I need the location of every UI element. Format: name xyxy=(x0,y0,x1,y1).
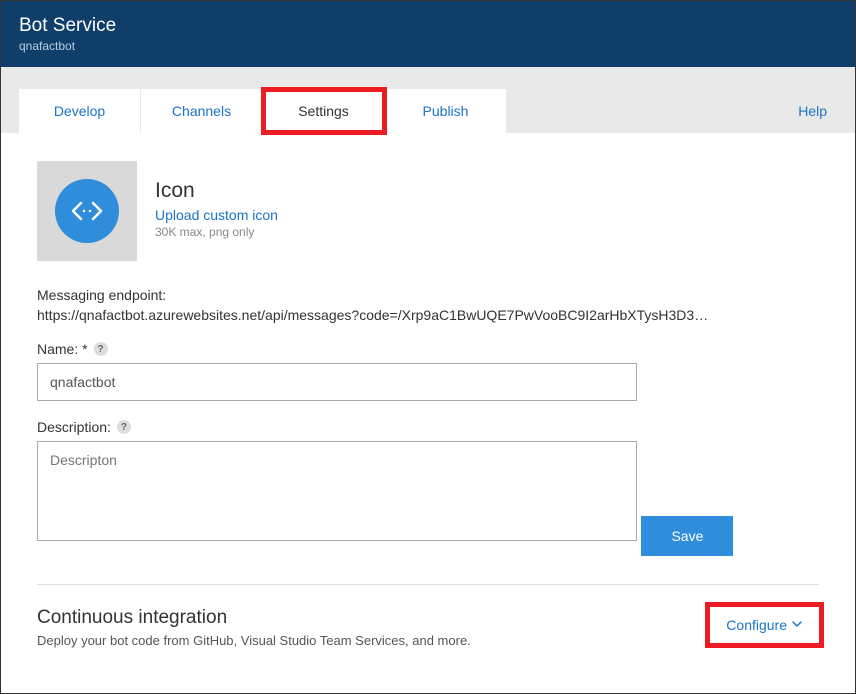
header-subtitle: qnafactbot xyxy=(19,39,837,53)
endpoint-label: Messaging endpoint: xyxy=(37,287,819,303)
tab-settings[interactable]: Settings xyxy=(263,89,385,133)
settings-content: Icon Upload custom icon 30K max, png onl… xyxy=(1,133,855,648)
description-label: Description: xyxy=(37,419,111,435)
help-icon[interactable]: ? xyxy=(94,342,108,356)
name-label-row: Name: * ? xyxy=(37,341,819,357)
chevron-down-icon xyxy=(791,617,803,633)
ci-description: Deploy your bot code from GitHub, Visual… xyxy=(37,633,471,648)
ci-text: Continuous integration Deploy your bot c… xyxy=(37,607,471,648)
tab-publish[interactable]: Publish xyxy=(385,89,507,133)
description-input[interactable] xyxy=(37,441,637,541)
tab-bar-area: Develop Channels Settings Publish Help xyxy=(1,67,855,133)
icon-section: Icon Upload custom icon 30K max, png onl… xyxy=(37,161,819,261)
name-label: Name: * xyxy=(37,341,88,357)
name-input[interactable] xyxy=(37,363,637,401)
page-header: Bot Service qnafactbot xyxy=(1,1,855,67)
tab-bar: Develop Channels Settings Publish xyxy=(19,89,837,133)
code-icon xyxy=(55,179,119,243)
section-divider xyxy=(37,584,819,585)
tab-develop[interactable]: Develop xyxy=(19,89,141,133)
bot-icon-preview xyxy=(37,161,137,261)
header-title: Bot Service xyxy=(19,15,837,37)
upload-icon-link[interactable]: Upload custom icon xyxy=(155,207,278,223)
help-icon[interactable]: ? xyxy=(117,420,131,434)
icon-meta: Icon Upload custom icon 30K max, png onl… xyxy=(155,161,278,239)
continuous-integration-section: Continuous integration Deploy your bot c… xyxy=(37,607,819,648)
endpoint-value: https://qnafactbot.azurewebsites.net/api… xyxy=(37,307,819,323)
ci-title: Continuous integration xyxy=(37,607,471,629)
save-button[interactable]: Save xyxy=(641,516,733,556)
icon-section-title: Icon xyxy=(155,179,278,203)
help-link[interactable]: Help xyxy=(798,103,827,119)
tab-channels[interactable]: Channels xyxy=(141,89,263,133)
configure-button[interactable]: Configure xyxy=(710,607,819,643)
icon-hint: 30K max, png only xyxy=(155,225,278,239)
configure-label: Configure xyxy=(726,617,787,633)
description-label-row: Description: ? xyxy=(37,419,819,435)
